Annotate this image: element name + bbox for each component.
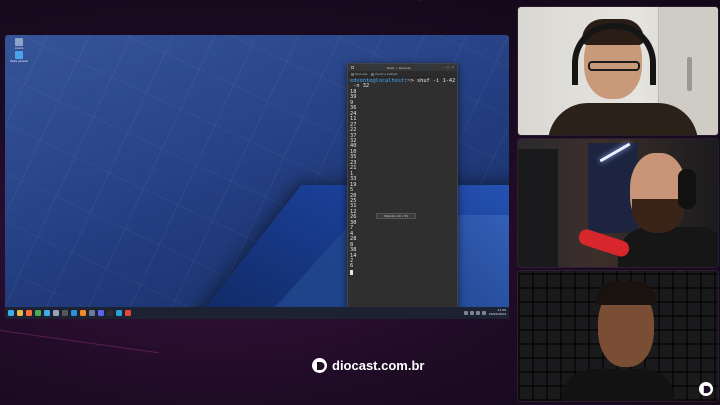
terminal-title: Shell — Konsole — [386, 65, 411, 70]
terminal-output-area[interactable]: edvonte@localhost:~> shuf -i 1-42 -n 32 … — [348, 78, 457, 277]
new-tab-label: Nova aba — [355, 72, 368, 76]
person-hair — [596, 281, 656, 305]
edge-icon[interactable] — [116, 310, 122, 316]
close-icon[interactable]: × — [451, 66, 454, 69]
brand-name: diocast.com.br — [332, 358, 425, 373]
firefox-icon[interactable] — [26, 310, 32, 316]
split-view-label: Dividir a exibição — [375, 72, 398, 76]
desktop-icon-trash[interactable]: Lixeira — [7, 38, 31, 50]
discord-icon[interactable] — [98, 310, 104, 316]
system-tray — [463, 311, 486, 315]
volume-icon[interactable] — [469, 311, 474, 315]
brand: diocast.com.br — [312, 358, 424, 373]
background-accent — [420, 0, 534, 1]
start-menu-icon[interactable] — [8, 310, 14, 316]
prompt-suffix: :~> — [404, 78, 414, 84]
desktop-icon-label: Lixeira — [14, 47, 24, 50]
host-camera-1 — [518, 7, 718, 135]
split-view-icon — [371, 72, 375, 76]
background-accent — [0, 330, 159, 354]
command-output: 18 39 9 36 24 11 27 22 37 32 40 10 35 23… — [350, 88, 357, 270]
diocast-logo-shape — [316, 361, 324, 370]
terminal-titlebar[interactable]: Shell — Konsole – □ × — [348, 64, 457, 71]
split-view-button[interactable]: Dividir a exibição — [371, 72, 398, 76]
command-text: shuf -i 1-42 — [413, 78, 456, 84]
clock[interactable]: 11:30 25/05/2024 — [489, 309, 506, 316]
network-icon[interactable] — [463, 311, 468, 315]
clock-date: 25/05/2024 — [488, 312, 506, 316]
terminal-icon[interactable] — [62, 310, 68, 316]
chrome-icon[interactable] — [35, 310, 41, 316]
trash-icon — [15, 38, 23, 46]
minimize-icon[interactable]: – — [443, 66, 445, 69]
battery-icon[interactable] — [475, 311, 480, 315]
shelf — [518, 149, 558, 267]
vlc-icon[interactable] — [80, 310, 86, 316]
taskbar: 11:30 25/05/2024 — [5, 307, 509, 319]
taskbar-apps — [8, 310, 131, 316]
glasses — [588, 61, 640, 71]
steam-icon[interactable] — [89, 310, 95, 316]
store-icon[interactable] — [44, 310, 50, 316]
text-cursor — [350, 269, 353, 275]
diocast-badge — [699, 382, 713, 396]
terminal-size-popup: Tamanho: 20 × 50 — [376, 213, 416, 219]
maximize-icon[interactable]: □ — [447, 66, 450, 69]
person-body — [548, 103, 698, 135]
screen-share: Lixeira Pasta pessoal Shell — Konsole – … — [5, 35, 509, 319]
chrome2-icon[interactable] — [125, 310, 131, 316]
diocast-logo-icon — [312, 358, 327, 373]
host-camera-2 — [518, 139, 718, 267]
door-handle — [687, 57, 692, 91]
settings-icon[interactable] — [53, 310, 59, 316]
terminal-toolbar: Nova aba Dividir a exibição — [348, 71, 457, 78]
new-tab-button[interactable]: Nova aba — [351, 72, 368, 76]
obs-icon[interactable] — [107, 310, 113, 316]
notifications-icon[interactable] — [481, 311, 486, 315]
terminal-window[interactable]: Shell — Konsole – □ × Nova aba Dividir a… — [347, 63, 458, 319]
person-body — [562, 369, 674, 401]
person-body — [618, 227, 718, 267]
files-icon[interactable] — [17, 310, 23, 316]
headphones — [572, 23, 656, 85]
dolphin-icon[interactable] — [71, 310, 77, 316]
desktop-icon-label: Pasta pessoal — [10, 60, 28, 63]
host-camera-3 — [518, 271, 718, 401]
headphones — [678, 169, 696, 209]
desktop-icon-home[interactable]: Pasta pessoal — [7, 51, 31, 63]
diocast-logo-icon — [703, 385, 711, 393]
window-controls: – □ × — [443, 66, 454, 69]
new-tab-icon — [351, 72, 354, 76]
folder-icon — [15, 51, 23, 59]
